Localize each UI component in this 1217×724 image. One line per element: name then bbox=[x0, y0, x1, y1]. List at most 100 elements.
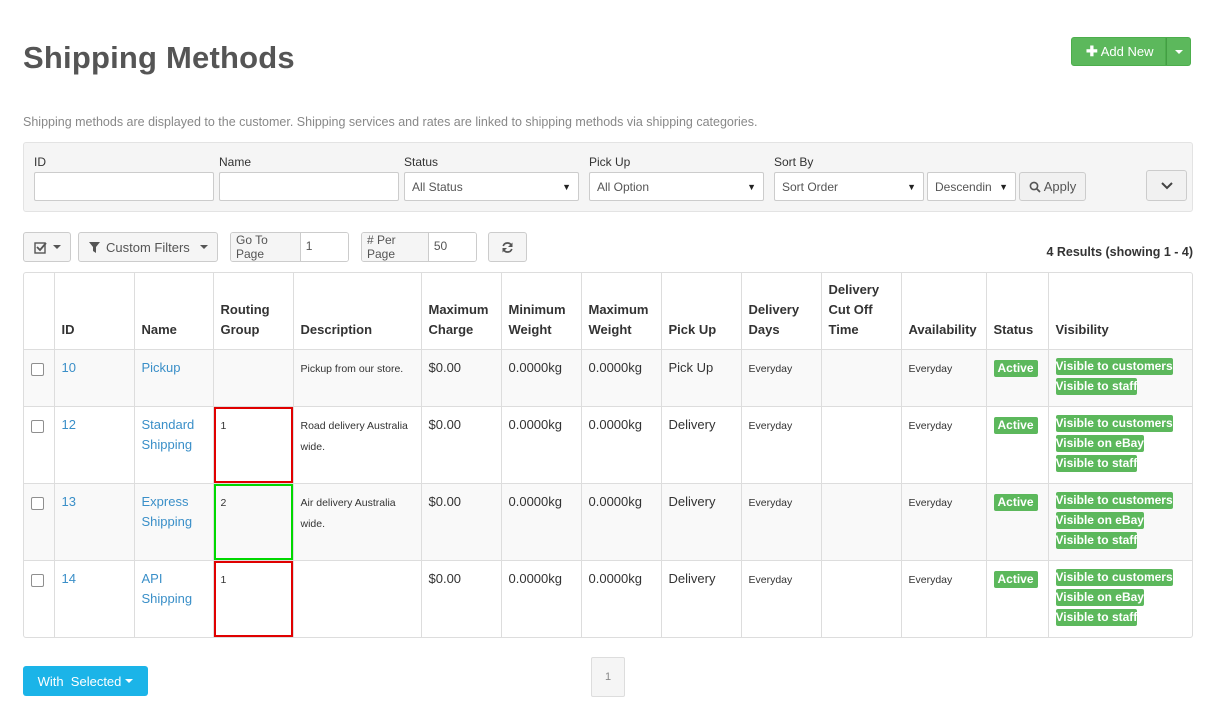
row-pickup: Pick Up bbox=[668, 359, 714, 375]
pagination-page-1[interactable]: 1 bbox=[591, 657, 625, 697]
custom-filters-button[interactable]: Custom Filters bbox=[78, 232, 218, 262]
row-checkbox-cell bbox=[24, 483, 55, 561]
pickup-filter-select[interactable]: All Option ▼ bbox=[589, 172, 764, 201]
name-filter-label: Name bbox=[219, 155, 252, 169]
row-delivery-days: Everyday bbox=[748, 419, 793, 432]
row-pickup: Delivery bbox=[668, 493, 716, 509]
table-row: 10 Pickup Pickup from our store. $0.00 0… bbox=[24, 349, 1192, 407]
table-row: 13 Express Shipping 2 Air delivery Austra… bbox=[24, 483, 1192, 561]
refresh-icon bbox=[502, 241, 513, 253]
header-pick-up[interactable]: Pick Up bbox=[661, 273, 742, 350]
go-to-page-group: Go To Page 1 bbox=[230, 232, 349, 262]
row-name-link[interactable]: Standard Shipping bbox=[142, 417, 195, 452]
row-delivery-days: Everyday bbox=[748, 496, 793, 509]
row-checkbox-cell bbox=[24, 406, 55, 484]
header-id[interactable]: ID bbox=[54, 273, 135, 350]
visibility-badge: Visible on eBay bbox=[1055, 434, 1144, 452]
select-all-dropdown[interactable] bbox=[23, 232, 71, 262]
row-id-link[interactable]: 14 bbox=[62, 571, 76, 586]
row-min-weight: 0.0000kg bbox=[508, 359, 563, 375]
header-routing-group[interactable]: Routing Group bbox=[213, 273, 294, 350]
sort-direction-select[interactable]: Descendin ▼ bbox=[927, 172, 1016, 201]
row-id-link[interactable]: 10 bbox=[62, 360, 76, 375]
row-id-link[interactable]: 13 bbox=[62, 494, 76, 509]
custom-filters-label: Custom Filters bbox=[106, 239, 190, 255]
sort-by-label: Sort By bbox=[774, 155, 814, 169]
row-delivery-days: Everyday bbox=[748, 362, 793, 375]
sort-by-select[interactable]: Sort Order ▼ bbox=[774, 172, 924, 201]
routing-group-cell: 1 bbox=[213, 560, 294, 637]
header-visibility[interactable]: Visibility bbox=[1048, 273, 1192, 350]
row-description: Pickup from our store. bbox=[300, 362, 404, 375]
row-name-link[interactable]: Pickup bbox=[142, 360, 181, 375]
table-row: 14 API Shipping 1 $0.00 0.0000kg 0.0000kg… bbox=[24, 560, 1192, 637]
go-to-page-input[interactable]: 1 bbox=[300, 233, 348, 261]
row-routing-group: 1 bbox=[220, 419, 227, 432]
row-max-weight: 0.0000kg bbox=[588, 359, 643, 375]
header-description[interactable]: Description bbox=[293, 273, 422, 350]
add-new-button-group: ✚ Add New bbox=[1071, 37, 1192, 66]
routing-group-cell: 1 bbox=[213, 406, 294, 484]
name-filter-input[interactable] bbox=[219, 172, 399, 201]
visibility-badge: Visible to staff bbox=[1055, 608, 1138, 626]
row-checkbox[interactable] bbox=[31, 362, 44, 376]
sort-direction-value: Descendin bbox=[935, 179, 992, 194]
id-filter-input[interactable] bbox=[34, 172, 214, 201]
table-row: 12 Standard Shipping 1 Road delivery Aust… bbox=[24, 406, 1192, 484]
caret-down-icon bbox=[52, 245, 61, 249]
row-checkbox-cell bbox=[24, 560, 55, 637]
header-maximum-weight[interactable]: Maximum Weight bbox=[581, 273, 662, 350]
status-filter-value: All Status bbox=[412, 179, 463, 194]
row-pickup: Delivery bbox=[668, 416, 716, 432]
visibility-badge: Visible to staff bbox=[1055, 531, 1138, 549]
visibility-badge: Visible on eBay bbox=[1055, 588, 1144, 606]
row-name-link[interactable]: Express Shipping bbox=[142, 494, 193, 529]
caret-down-icon bbox=[199, 245, 208, 249]
header-delivery-cutoff[interactable]: Delivery Cut Off Time bbox=[821, 273, 902, 350]
row-routing-group: 1 bbox=[220, 573, 227, 586]
row-checkbox-cell bbox=[24, 349, 55, 407]
header-minimum-weight[interactable]: Minimum Weight bbox=[501, 273, 582, 350]
id-filter-label: ID bbox=[34, 155, 46, 169]
highlight-box-green bbox=[213, 483, 293, 560]
row-max-weight: 0.0000kg bbox=[588, 493, 643, 509]
row-availability: Everyday bbox=[908, 362, 953, 375]
caret-down-icon bbox=[125, 679, 134, 683]
row-min-weight: 0.0000kg bbox=[508, 416, 563, 432]
header-availability[interactable]: Availability bbox=[901, 273, 987, 350]
row-availability: Everyday bbox=[908, 573, 953, 586]
highlight-box-red bbox=[213, 560, 293, 637]
row-max-weight: 0.0000kg bbox=[588, 416, 643, 432]
row-name-link[interactable]: API Shipping bbox=[142, 571, 193, 606]
visibility-badge: Visible to customers bbox=[1055, 491, 1173, 509]
expand-filters-button[interactable] bbox=[1146, 170, 1187, 201]
row-availability: Everyday bbox=[908, 496, 953, 509]
status-filter-label: Status bbox=[404, 155, 439, 169]
header-name[interactable]: Name bbox=[134, 273, 214, 350]
status-filter-select[interactable]: All Status ▼ bbox=[404, 172, 579, 201]
apply-button[interactable]: Apply bbox=[1019, 172, 1086, 201]
header-delivery-days[interactable]: Delivery Days bbox=[741, 273, 822, 350]
header-maximum-charge[interactable]: Maximum Charge bbox=[421, 273, 502, 350]
select-arrow-icon: ▼ bbox=[907, 181, 916, 192]
row-checkbox[interactable] bbox=[31, 573, 44, 587]
highlight-box-red bbox=[213, 406, 293, 483]
add-new-button[interactable]: ✚ Add New bbox=[1071, 37, 1167, 66]
visibility-badge: Visible to customers bbox=[1055, 568, 1173, 586]
select-arrow-icon: ▼ bbox=[562, 181, 571, 192]
row-max-charge: $0.00 bbox=[428, 359, 462, 375]
intro-text: Shipping methods are displayed to the cu… bbox=[23, 115, 758, 129]
table-header-row: ID Name Routing Group Description Maximum… bbox=[24, 273, 1192, 350]
row-id-link[interactable]: 12 bbox=[62, 417, 76, 432]
refresh-button[interactable] bbox=[488, 232, 527, 262]
row-checkbox[interactable] bbox=[31, 419, 44, 433]
row-checkbox[interactable] bbox=[31, 496, 44, 510]
add-new-dropdown-toggle[interactable] bbox=[1166, 37, 1192, 66]
with-selected-label: With Selected bbox=[37, 673, 122, 689]
row-delivery-days: Everyday bbox=[748, 573, 793, 586]
row-max-charge: $0.00 bbox=[428, 416, 462, 432]
header-status[interactable]: Status bbox=[986, 273, 1049, 350]
per-page-input[interactable]: 50 bbox=[428, 233, 476, 261]
visibility-badge: Visible to customers bbox=[1055, 414, 1173, 432]
with-selected-button[interactable]: With Selected bbox=[23, 666, 148, 696]
